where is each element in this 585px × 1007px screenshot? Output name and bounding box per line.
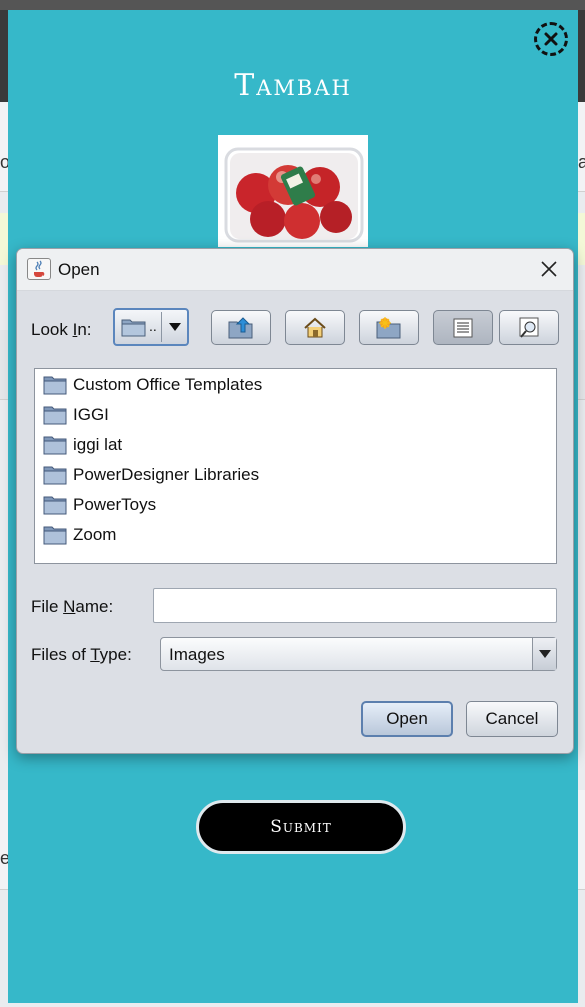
look-in-label: Look In: xyxy=(31,320,92,339)
files-of-type-dropdown[interactable]: Images xyxy=(160,637,557,671)
new-folder-icon xyxy=(376,316,401,338)
details-view-icon xyxy=(519,317,539,338)
submit-button[interactable]: Submit xyxy=(196,800,406,854)
close-icon xyxy=(544,32,558,46)
home-icon xyxy=(304,317,326,337)
close-icon[interactable] xyxy=(539,259,559,279)
file-name-label: File Name: xyxy=(31,597,114,616)
create-new-folder-button[interactable] xyxy=(359,310,419,345)
folder-icon xyxy=(43,436,67,455)
files-of-type-label: Files of Type: xyxy=(31,645,132,664)
open-button[interactable]: Open xyxy=(361,701,453,737)
file-name-text: Custom Office Templates xyxy=(73,375,263,394)
file-name-text: PowerDesigner Libraries xyxy=(73,465,260,484)
file-list-item[interactable]: Custom Office Templates xyxy=(43,372,262,398)
file-name-input[interactable] xyxy=(153,588,557,623)
list-view-icon xyxy=(453,318,473,337)
file-list-item[interactable]: PowerDesigner Libraries xyxy=(43,462,259,488)
file-list-item[interactable]: Zoom xyxy=(43,522,116,548)
files-of-type-value: Images xyxy=(169,645,225,664)
file-name-text: IGGI xyxy=(73,405,109,424)
apple-pack-image xyxy=(218,135,368,247)
chevron-down-icon xyxy=(538,650,551,658)
folder-icon xyxy=(43,526,67,545)
up-one-level-button[interactable] xyxy=(211,310,271,345)
list-view-button[interactable] xyxy=(433,310,493,345)
open-file-dialog: Open Look In: .. Custom Office Templates… xyxy=(16,248,574,754)
folder-up-icon xyxy=(228,316,253,338)
dropdown-arrow[interactable] xyxy=(532,638,556,670)
dialog-title: Open xyxy=(58,260,100,279)
java-app-icon xyxy=(27,258,51,280)
folder-icon xyxy=(43,376,67,395)
file-name-text: PowerToys xyxy=(73,495,157,514)
dialog-titlebar[interactable]: Open xyxy=(17,249,573,291)
folder-icon xyxy=(43,406,67,425)
file-list[interactable]: Custom Office Templates IGGI iggi lat Po… xyxy=(34,368,557,564)
file-list-item[interactable]: PowerToys xyxy=(43,492,156,518)
look-in-dropdown[interactable]: .. xyxy=(113,308,189,346)
chevron-down-icon xyxy=(169,323,181,331)
cancel-button[interactable]: Cancel xyxy=(466,701,558,737)
folder-icon xyxy=(121,319,146,337)
file-list-item[interactable]: IGGI xyxy=(43,402,109,428)
details-view-button[interactable] xyxy=(499,310,559,345)
folder-icon xyxy=(43,466,67,485)
look-in-value: .. xyxy=(149,318,157,334)
file-name-text: Zoom xyxy=(73,525,117,544)
file-name-text: iggi lat xyxy=(73,435,123,454)
file-list-item[interactable]: iggi lat xyxy=(43,432,122,458)
close-modal-button[interactable] xyxy=(534,22,568,56)
modal-title: Tambah xyxy=(234,68,352,103)
home-button[interactable] xyxy=(285,310,345,345)
folder-icon xyxy=(43,496,67,515)
product-image-preview[interactable] xyxy=(218,135,368,247)
